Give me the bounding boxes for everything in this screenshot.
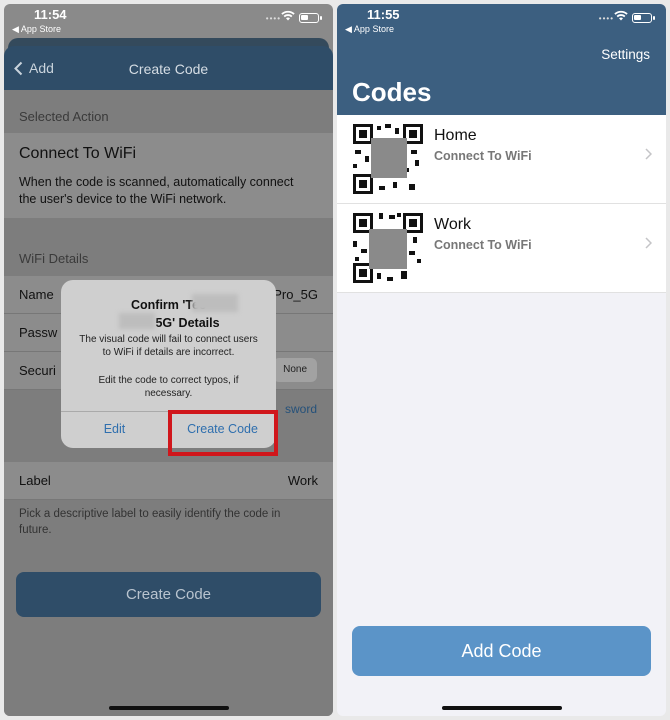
wifi-name-value: Pro_5G: [273, 287, 318, 302]
list-item[interactable]: Home Connect To WiFi: [337, 115, 666, 204]
signal-icon: ••••: [598, 14, 614, 23]
wifi-details-header: WiFi Details: [19, 251, 89, 266]
home-indicator: [108, 706, 229, 710]
back-to-app-store-link[interactable]: ◀ App Store: [12, 24, 61, 35]
label-row-label: Label: [19, 473, 51, 488]
alert-message-secondary: Edit the code to correct typos, if neces…: [98, 375, 239, 399]
status-time: 11:55: [367, 7, 400, 22]
nav-title: Create Code: [128, 61, 209, 77]
status-bar: 11:55 ◀ App Store ••••: [337, 4, 666, 40]
add-code-button[interactable]: Add Code: [352, 626, 651, 676]
chevron-right-icon: [645, 237, 652, 249]
action-description: When the code is scanned, automatically …: [19, 175, 294, 206]
right-phone-screen: 11:55 ◀ App Store •••• Settings Codes Ho…: [337, 4, 666, 716]
code-action: Connect To WiFi: [434, 149, 532, 163]
label-hint: Pick a descriptive label to easily ident…: [19, 508, 281, 536]
back-to-app-store-link[interactable]: ◀ App Store: [345, 24, 394, 35]
code-action: Connect To WiFi: [434, 238, 532, 252]
wifi-security-label: Securi: [19, 363, 56, 378]
list-item[interactable]: Work Connect To WiFi: [337, 204, 666, 293]
left-phone-screen: 11:54 ◀ App Store •••• Add Create Code S…: [4, 4, 333, 716]
create-code-button[interactable]: Create Code: [16, 572, 321, 617]
highlight-box: [168, 410, 278, 456]
qr-code-icon: [353, 213, 423, 283]
redacted-block: [192, 294, 238, 312]
chevron-right-icon: [645, 148, 652, 160]
wifi-icon: [281, 10, 295, 21]
label-row[interactable]: Label Work: [4, 462, 333, 500]
battery-icon: [299, 13, 322, 23]
code-name: Home: [434, 127, 477, 144]
label-row-value: Work: [287, 473, 318, 488]
settings-button[interactable]: Settings: [601, 47, 650, 62]
status-bar: 11:54 ◀ App Store ••••: [4, 4, 333, 40]
wifi-name-label: Name: [19, 287, 54, 302]
code-name: Work: [434, 216, 472, 233]
nav-bar: Add Create Code: [4, 46, 333, 90]
alert-edit-button[interactable]: Edit: [61, 411, 168, 448]
codes-list: Home Connect To WiFi Work Connect To WiF…: [337, 115, 666, 293]
alert-message: The visual code will fail to connect use…: [79, 334, 258, 358]
status-time: 11:54: [34, 7, 67, 22]
show-password-link[interactable]: sword: [285, 402, 317, 416]
redacted-block: [119, 313, 155, 329]
selected-action-card: Connect To WiFi When the code is scanned…: [4, 133, 333, 218]
qr-code-icon: [353, 124, 423, 194]
selected-action-header: Selected Action: [19, 109, 109, 124]
security-selector[interactable]: None: [273, 358, 317, 382]
action-title: Connect To WiFi: [19, 145, 137, 162]
wifi-icon: [614, 10, 628, 21]
signal-icon: ••••: [265, 14, 281, 23]
battery-icon: [632, 13, 655, 23]
wifi-password-label: Passw: [19, 325, 58, 340]
codes-header: 11:55 ◀ App Store •••• Settings Codes: [337, 4, 666, 115]
page-title: Codes: [352, 77, 432, 107]
home-indicator: [441, 706, 562, 710]
